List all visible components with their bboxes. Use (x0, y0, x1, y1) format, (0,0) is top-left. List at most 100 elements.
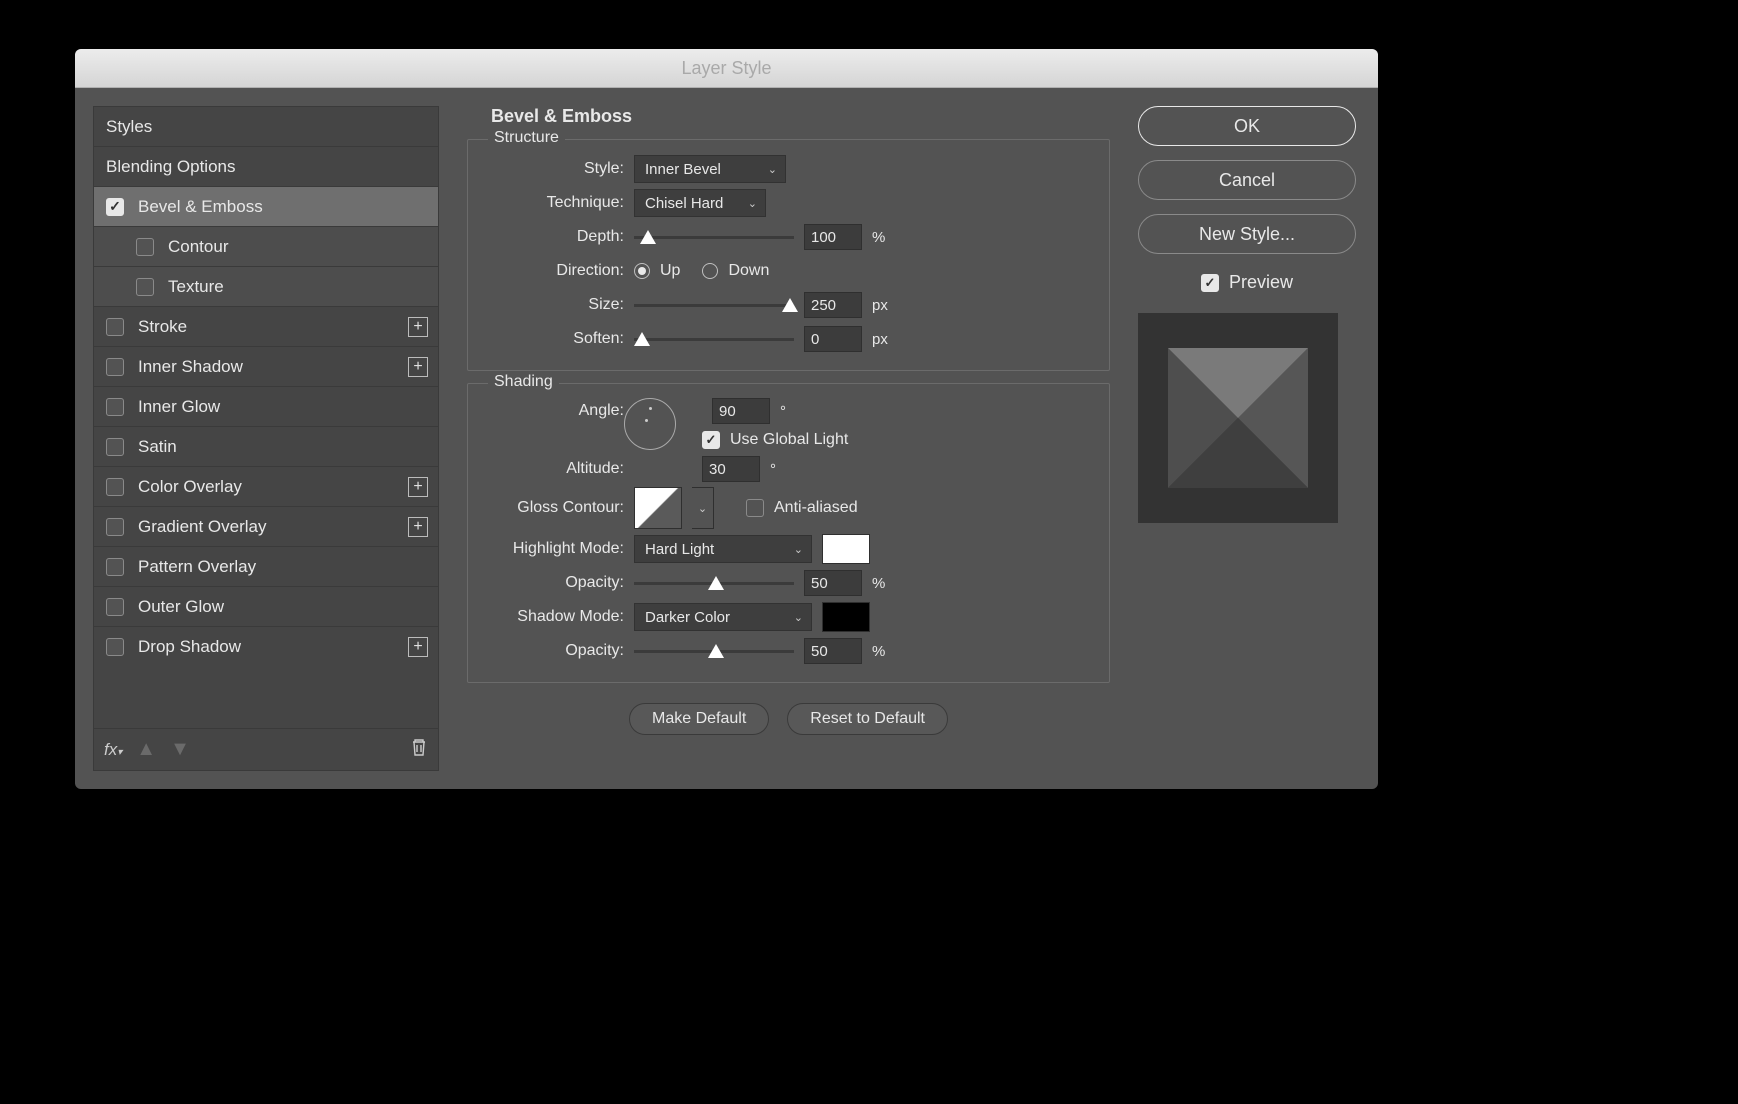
sidebar-item-label: Outer Glow (138, 597, 224, 617)
gloss-contour-picker[interactable] (634, 487, 682, 529)
sidebar-item-label: Drop Shadow (138, 637, 241, 657)
highlight-color-swatch[interactable] (822, 534, 870, 564)
group-legend: Structure (488, 129, 565, 147)
checkbox-icon[interactable] (136, 278, 154, 296)
reset-default-button[interactable]: Reset to Default (787, 703, 948, 735)
checkbox-icon[interactable] (136, 238, 154, 256)
settings-panel: Bevel & Emboss Structure Style: Inner Be… (467, 106, 1110, 771)
trash-icon[interactable] (410, 737, 428, 763)
window-title: Layer Style (681, 58, 771, 79)
chevron-down-icon: ⌄ (768, 163, 777, 176)
sidebar-item-stroke[interactable]: Stroke + (94, 307, 438, 347)
soften-input[interactable] (804, 326, 862, 352)
move-up-icon[interactable]: ▲ (136, 738, 156, 761)
depth-input[interactable] (804, 224, 862, 250)
checkbox-icon[interactable] (106, 478, 124, 496)
shadow-opacity-slider[interactable] (634, 641, 794, 661)
checkbox-icon[interactable] (106, 318, 124, 336)
sidebar-item-pattern-overlay[interactable]: Pattern Overlay (94, 547, 438, 587)
highlight-mode-label: Highlight Mode: (484, 540, 624, 558)
depth-slider[interactable] (634, 227, 794, 247)
technique-label: Technique: (484, 194, 624, 212)
depth-unit: % (872, 229, 885, 246)
sidebar-item-satin[interactable]: Satin (94, 427, 438, 467)
add-effect-icon[interactable]: + (408, 477, 428, 497)
ok-button[interactable]: OK (1138, 106, 1356, 146)
sidebar-item-blending-options[interactable]: Blending Options (94, 147, 438, 187)
cancel-button[interactable]: Cancel (1138, 160, 1356, 200)
add-effect-icon[interactable]: + (408, 357, 428, 377)
preview-label: Preview (1229, 272, 1293, 293)
direction-down-radio[interactable] (702, 263, 718, 279)
effects-list: Styles Blending Options Bevel & Emboss C… (93, 106, 439, 729)
shadow-mode-select[interactable]: Darker Color⌄ (634, 603, 812, 631)
titlebar: Layer Style (75, 49, 1378, 88)
direction-down-label: Down (728, 262, 769, 280)
highlight-opacity-input[interactable] (804, 570, 862, 596)
global-light-checkbox[interactable] (702, 431, 720, 449)
sidebar-item-drop-shadow[interactable]: Drop Shadow + (94, 627, 438, 667)
sidebar-item-label: Gradient Overlay (138, 517, 267, 537)
checkbox-icon[interactable] (106, 358, 124, 376)
checkbox-icon[interactable] (106, 598, 124, 616)
angle-input[interactable] (712, 398, 770, 424)
sidebar-item-bevel-emboss[interactable]: Bevel & Emboss (94, 187, 438, 227)
checkbox-icon[interactable] (106, 198, 124, 216)
sidebar-item-inner-glow[interactable]: Inner Glow (94, 387, 438, 427)
altitude-input[interactable] (702, 456, 760, 482)
new-style-button[interactable]: New Style... (1138, 214, 1356, 254)
antialiased-checkbox[interactable] (746, 499, 764, 517)
checkbox-icon[interactable] (106, 558, 124, 576)
shadow-opacity-input[interactable] (804, 638, 862, 664)
effects-sidebar: Styles Blending Options Bevel & Emboss C… (93, 106, 439, 771)
soften-slider[interactable] (634, 329, 794, 349)
checkbox-icon[interactable] (106, 438, 124, 456)
angle-label: Angle: (484, 402, 624, 420)
fx-menu-icon[interactable]: fx▾ (104, 740, 122, 760)
technique-select[interactable]: Chisel Hard⌄ (634, 189, 766, 217)
preview-checkbox[interactable] (1201, 274, 1219, 292)
sidebar-item-label: Pattern Overlay (138, 557, 256, 577)
add-effect-icon[interactable]: + (408, 637, 428, 657)
highlight-mode-select[interactable]: Hard Light⌄ (634, 535, 812, 563)
highlight-opacity-unit: % (872, 575, 885, 592)
size-input[interactable] (804, 292, 862, 318)
sidebar-item-label: Color Overlay (138, 477, 242, 497)
direction-up-radio[interactable] (634, 263, 650, 279)
sidebar-item-contour[interactable]: Contour (94, 227, 438, 267)
move-down-icon[interactable]: ▼ (170, 738, 190, 761)
sidebar-item-gradient-overlay[interactable]: Gradient Overlay + (94, 507, 438, 547)
style-select[interactable]: Inner Bevel⌄ (634, 155, 786, 183)
checkbox-icon[interactable] (106, 518, 124, 536)
sidebar-item-outer-glow[interactable]: Outer Glow (94, 587, 438, 627)
shadow-opacity-label: Opacity: (484, 642, 624, 660)
sidebar-item-label: Styles (106, 117, 152, 137)
shadow-color-swatch[interactable] (822, 602, 870, 632)
sidebar-item-color-overlay[interactable]: Color Overlay + (94, 467, 438, 507)
add-effect-icon[interactable]: + (408, 317, 428, 337)
sidebar-item-label: Blending Options (106, 157, 235, 177)
soften-label: Soften: (484, 330, 624, 348)
sidebar-item-label: Bevel & Emboss (138, 197, 263, 217)
altitude-label: Altitude: (484, 460, 624, 478)
highlight-opacity-slider[interactable] (634, 573, 794, 593)
checkbox-icon[interactable] (106, 398, 124, 416)
sidebar-item-label: Contour (168, 237, 228, 257)
chevron-down-icon: ⌄ (748, 197, 757, 210)
size-unit: px (872, 297, 888, 314)
sidebar-item-label: Inner Shadow (138, 357, 243, 377)
angle-control[interactable] (624, 398, 676, 450)
sidebar-item-label: Satin (138, 437, 177, 457)
sidebar-item-styles[interactable]: Styles (94, 107, 438, 147)
gloss-contour-dropdown[interactable]: ⌄ (692, 487, 714, 529)
soften-unit: px (872, 331, 888, 348)
sidebar-item-inner-shadow[interactable]: Inner Shadow + (94, 347, 438, 387)
make-default-button[interactable]: Make Default (629, 703, 769, 735)
size-slider[interactable] (634, 295, 794, 315)
global-light-label: Use Global Light (730, 431, 848, 449)
checkbox-icon[interactable] (106, 638, 124, 656)
add-effect-icon[interactable]: + (408, 517, 428, 537)
chevron-down-icon: ⌄ (794, 611, 803, 624)
sidebar-item-texture[interactable]: Texture (94, 267, 438, 307)
preview-thumbnail (1138, 313, 1338, 523)
